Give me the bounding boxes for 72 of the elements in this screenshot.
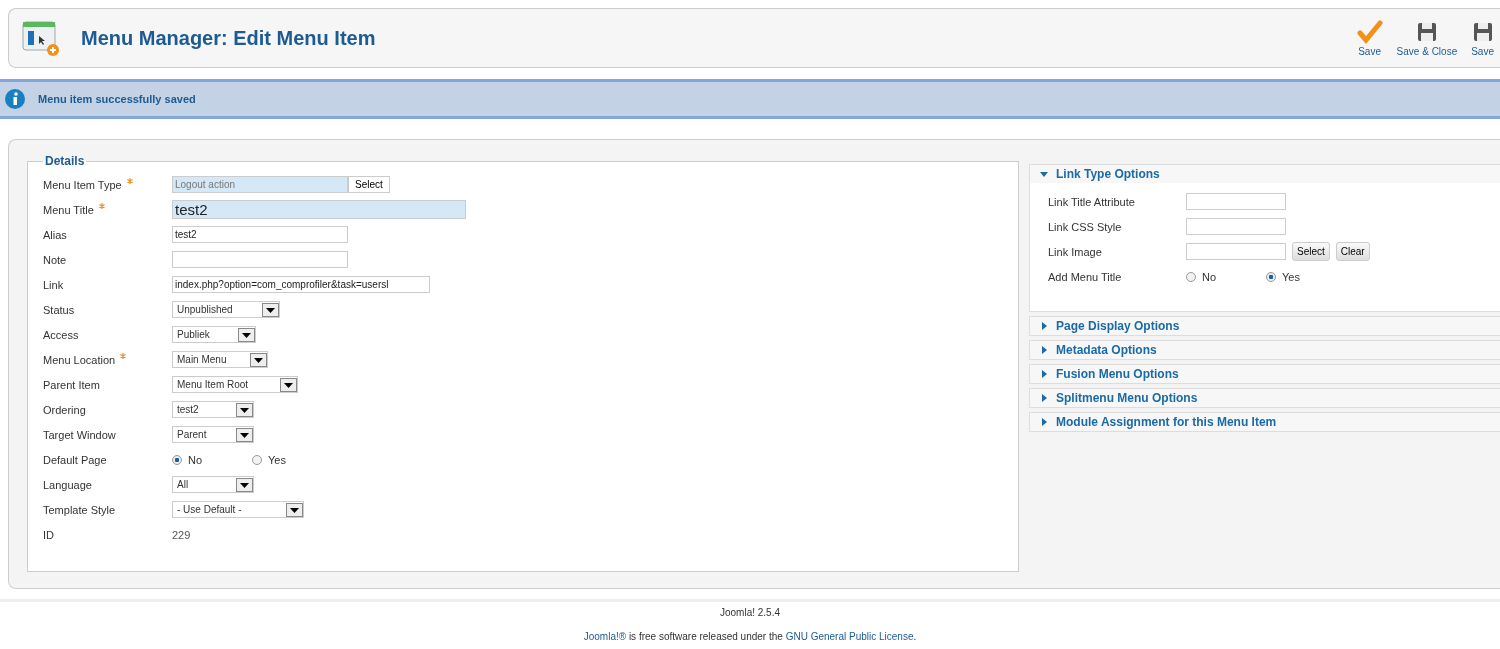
field-label: Link Image	[1048, 245, 1103, 258]
panel-header[interactable]: Fusion Menu Options	[1030, 365, 1500, 383]
panel-header[interactable]: Metadata Options	[1030, 341, 1500, 359]
field-label: Alias	[43, 228, 67, 241]
dropdown[interactable]: All	[172, 476, 254, 493]
input-field[interactable]: Logout action	[172, 176, 348, 193]
field-label: Link	[43, 278, 64, 291]
image-button[interactable]: Clear	[1335, 242, 1370, 261]
toolbar-button[interactable]: Save	[1465, 19, 1500, 57]
checkmark-icon	[1356, 19, 1383, 44]
input-field[interactable]: test2	[172, 200, 466, 219]
panel-header[interactable]: Splitmenu Menu Options	[1030, 389, 1500, 407]
field-label: Template Style	[43, 503, 116, 516]
radio-label: Yes	[268, 453, 286, 466]
id-value: 229	[172, 528, 191, 541]
field-label: Language	[43, 478, 92, 491]
triangle-icon	[1040, 370, 1048, 378]
field-label: Ordering	[43, 403, 86, 416]
dropdown[interactable]: Main Menu	[172, 351, 268, 368]
menu-manager-icon	[21, 18, 61, 58]
select-button[interactable]: Select	[348, 176, 390, 193]
field-label: Link Title Attribute	[1048, 195, 1136, 208]
toolbar-button[interactable]: Save	[1350, 19, 1389, 57]
field-label: Status	[43, 303, 75, 316]
radio-button[interactable]	[1186, 271, 1196, 282]
input-field[interactable]	[1186, 243, 1286, 260]
dropdown[interactable]: Menu Item Root	[172, 376, 298, 393]
field-label: Add Menu Title	[1048, 270, 1123, 283]
field-label: Menu Title	[43, 203, 94, 216]
panel-header[interactable]: Link Type Options	[1030, 165, 1500, 183]
input-field[interactable]: index.php?option=com_comprofiler&task=usersl	[172, 276, 430, 293]
radio-label: No	[188, 453, 203, 466]
triangle-icon	[1040, 322, 1048, 330]
triangle-icon	[1040, 418, 1048, 426]
field-label: Parent Item	[43, 378, 100, 391]
footer-text: .	[913, 631, 917, 642]
version-text: Joomla! 2.5.4	[718, 607, 781, 618]
panel-header[interactable]: Module Assignment for this Menu Item	[1030, 413, 1500, 431]
triangle-icon	[1040, 170, 1048, 178]
message-text: Menu item successfully saved	[38, 93, 196, 105]
field-label: ID	[43, 528, 54, 541]
field-label: Access	[43, 328, 79, 341]
toolbar-button[interactable]: Save & Close	[1390, 19, 1464, 57]
fieldset-legend: Details	[43, 154, 87, 168]
field-label: Default Page	[43, 453, 107, 466]
input-field[interactable]	[1186, 218, 1286, 235]
field-label: Menu Item Type	[43, 178, 122, 191]
dropdown[interactable]: Unpublished	[172, 301, 280, 318]
dropdown[interactable]: - Use Default -	[172, 501, 304, 518]
image-button[interactable]: Select	[1292, 242, 1330, 261]
page-title: Menu Manager: Edit Menu Item	[81, 26, 376, 50]
radio-label: No	[1202, 270, 1217, 283]
radio-label: Yes	[1282, 270, 1300, 283]
field-label: Note	[43, 253, 67, 266]
radio-button[interactable]	[1266, 271, 1276, 282]
input-field[interactable]	[1186, 193, 1286, 210]
footer-link[interactable]: Joomla!®	[583, 631, 627, 642]
dropdown[interactable]: test2	[172, 401, 254, 418]
triangle-icon	[1040, 346, 1048, 354]
radio-button[interactable]	[172, 454, 182, 465]
footer-text: is free software released under the	[627, 631, 784, 642]
panel-header[interactable]: Page Display Options	[1030, 317, 1500, 335]
dropdown[interactable]: Publiek	[172, 326, 256, 343]
field-label: Link CSS Style	[1048, 220, 1123, 233]
input-field[interactable]: test2	[172, 226, 348, 243]
field-label: Target Window	[43, 428, 116, 441]
field-label: Menu Location	[43, 353, 116, 366]
dropdown[interactable]: Parent	[172, 426, 254, 443]
radio-button[interactable]	[252, 454, 262, 465]
input-field[interactable]	[172, 251, 348, 268]
info-icon	[4, 88, 26, 110]
triangle-icon	[1040, 394, 1048, 402]
